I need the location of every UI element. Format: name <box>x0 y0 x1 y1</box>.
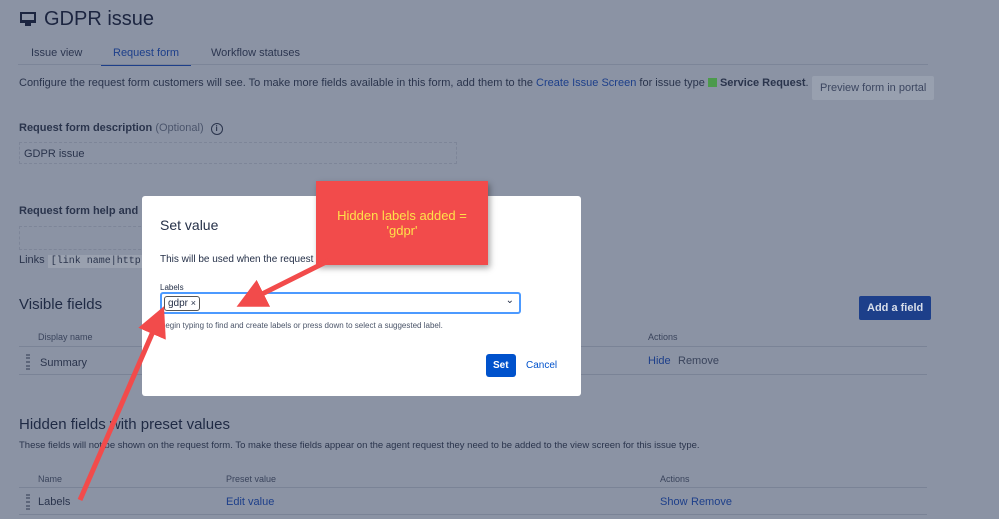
arrow-to-labels-row <box>77 306 166 501</box>
annotation-arrows <box>77 257 332 501</box>
arrow-to-input <box>236 257 332 307</box>
